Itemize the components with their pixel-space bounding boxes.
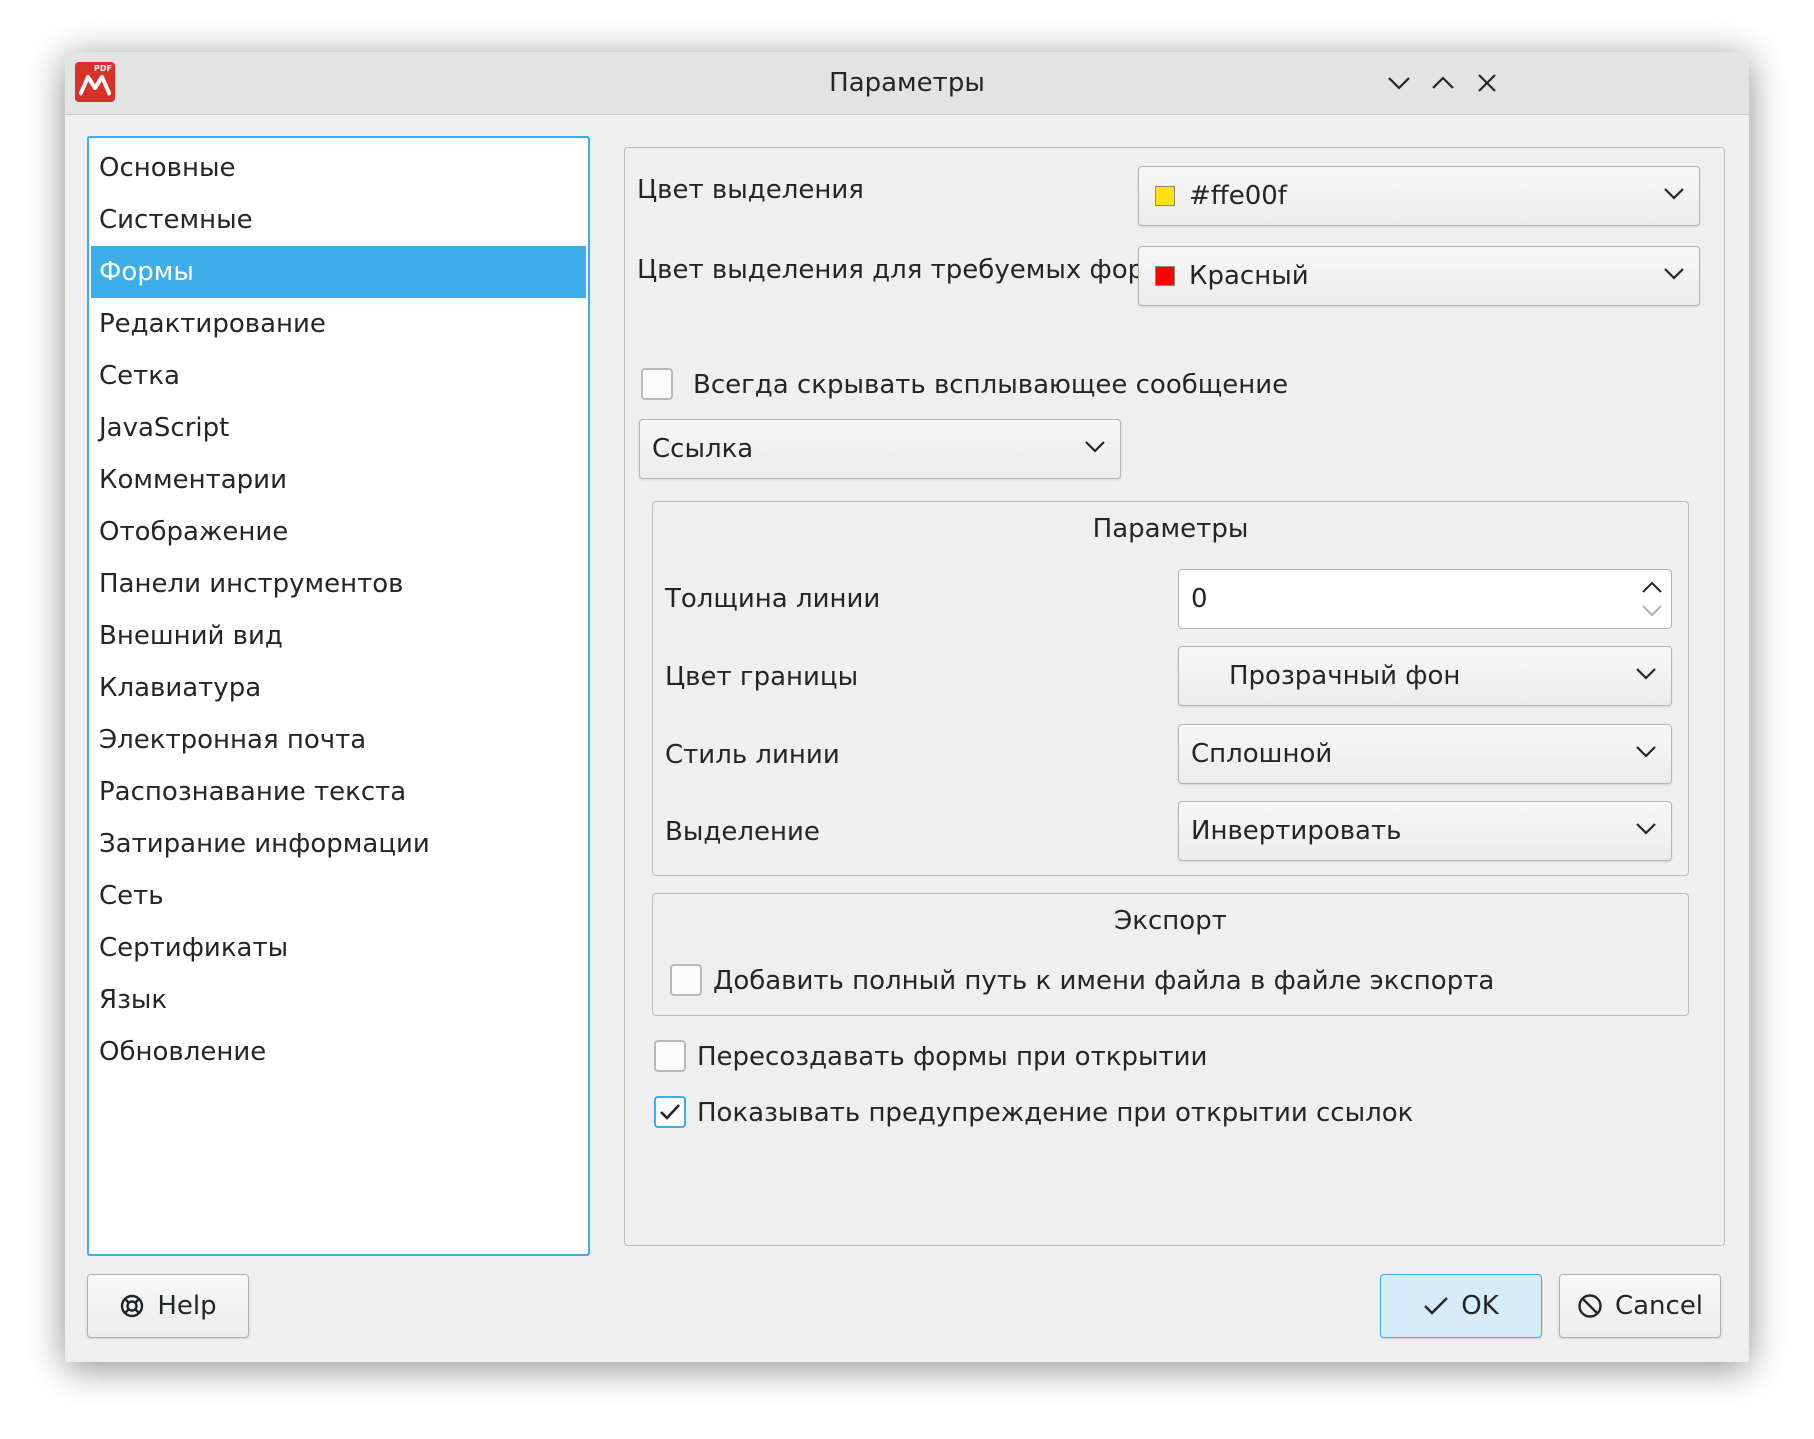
export-group: Экспорт Добавить полный путь к имени фай… <box>652 893 1689 1016</box>
highlight-color-swatch <box>1155 186 1175 206</box>
selection-combo[interactable]: Инвертировать <box>1178 801 1672 861</box>
line-width-spinbox[interactable]: 0 <box>1178 569 1672 629</box>
warn-links-checkbox[interactable] <box>654 1096 686 1128</box>
forms-settings-panel: Цвет выделения #ffe00f Цвет выделения дл… <box>624 147 1725 1246</box>
spin-up-icon[interactable] <box>1641 580 1663 594</box>
line-style-combo[interactable]: Сплошной <box>1178 724 1672 784</box>
chevron-down-icon <box>1636 746 1656 758</box>
sidebar-item-grid[interactable]: Сетка <box>91 350 586 402</box>
line-style-label: Стиль линии <box>665 740 840 770</box>
chevron-down-icon <box>1636 823 1656 835</box>
preferences-dialog: PDF Параметры Основные Системные Формы Р… <box>65 52 1749 1362</box>
export-group-title: Экспорт <box>1114 906 1227 936</box>
checkmark-icon <box>660 1104 680 1120</box>
field-type-value: Ссылка <box>652 434 754 464</box>
parameters-group-title: Параметры <box>1092 514 1249 544</box>
category-list[interactable]: Основные Системные Формы Редактирование … <box>87 136 590 1256</box>
ok-button-label: OK <box>1461 1291 1499 1321</box>
sidebar-item-forms[interactable]: Формы <box>91 246 586 298</box>
field-type-combo[interactable]: Ссылка <box>639 419 1121 479</box>
cancel-icon <box>1578 1294 1602 1318</box>
chevron-down-icon <box>1664 268 1684 280</box>
line-width-label: Толщина линии <box>665 584 881 614</box>
add-full-path-checkbox[interactable] <box>670 964 702 996</box>
checkmark-icon <box>1424 1297 1449 1315</box>
required-color-value: Красный <box>1189 261 1309 291</box>
lifebuoy-icon <box>121 1294 144 1318</box>
border-color-label: Цвет границы <box>665 662 859 692</box>
title-bar: PDF Параметры <box>65 52 1749 115</box>
recreate-forms-label: Пересоздавать формы при открытии <box>697 1042 1208 1072</box>
close-icon <box>1478 74 1496 92</box>
highlight-color-label: Цвет выделения <box>637 175 864 205</box>
chevron-down-icon <box>1085 441 1105 453</box>
hide-popup-label: Всегда скрывать всплывающее сообщение <box>693 370 1289 400</box>
recreate-forms-checkbox[interactable] <box>654 1040 686 1072</box>
sidebar-item-keyboard[interactable]: Клавиатура <box>91 662 586 714</box>
required-color-swatch <box>1155 266 1175 286</box>
minimize-button[interactable] <box>1381 65 1417 101</box>
sidebar-item-general[interactable]: Основные <box>91 142 586 194</box>
cancel-button-label: Cancel <box>1614 1291 1704 1321</box>
selection-value: Инвертировать <box>1191 816 1402 846</box>
ok-button[interactable]: OK <box>1380 1274 1542 1338</box>
sidebar-item-redaction[interactable]: Затирание информации <box>91 818 586 870</box>
sidebar-item-comments[interactable]: Комментарии <box>91 454 586 506</box>
warn-links-label: Показывать предупреждение при открытии с… <box>697 1098 1414 1128</box>
close-button[interactable] <box>1469 65 1505 101</box>
parameters-group: Параметры Толщина линии 0 Цвет границы П… <box>652 501 1689 876</box>
help-button[interactable]: Help <box>87 1274 249 1338</box>
sidebar-item-display[interactable]: Отображение <box>91 506 586 558</box>
add-full-path-label: Добавить полный путь к имени файла в фай… <box>713 966 1495 996</box>
sidebar-item-system[interactable]: Системные <box>91 194 586 246</box>
help-button-label: Help <box>157 1291 217 1321</box>
sidebar-item-update[interactable]: Обновление <box>91 1026 586 1078</box>
line-style-value: Сплошной <box>1191 739 1333 769</box>
chevron-down-icon <box>1388 77 1410 90</box>
sidebar-item-certificates[interactable]: Сертификаты <box>91 922 586 974</box>
sidebar-item-javascript[interactable]: JavaScript <box>91 402 586 454</box>
required-color-label: Цвет выделения для требуемых форм <box>637 255 1164 285</box>
hide-popup-checkbox[interactable] <box>641 368 673 400</box>
sidebar-item-email[interactable]: Электронная почта <box>91 714 586 766</box>
chevron-down-icon <box>1664 188 1684 200</box>
border-color-value: Прозрачный фон <box>1229 661 1461 691</box>
sidebar-item-toolbars[interactable]: Панели инструментов <box>91 558 586 610</box>
line-width-value: 0 <box>1191 584 1208 614</box>
sidebar-item-language[interactable]: Язык <box>91 974 586 1026</box>
highlight-color-value: #ffe00f <box>1189 181 1287 211</box>
sidebar-item-editing[interactable]: Редактирование <box>91 298 586 350</box>
required-color-combo[interactable]: Красный <box>1138 246 1700 306</box>
sidebar-item-network[interactable]: Сеть <box>91 870 586 922</box>
maximize-button[interactable] <box>1425 65 1461 101</box>
sidebar-item-ocr[interactable]: Распознавание текста <box>91 766 586 818</box>
highlight-color-combo[interactable]: #ffe00f <box>1138 166 1700 226</box>
border-color-combo[interactable]: Прозрачный фон <box>1178 646 1672 706</box>
border-color-swatch <box>1195 666 1215 686</box>
chevron-up-icon <box>1432 76 1454 89</box>
selection-label: Выделение <box>665 817 820 847</box>
chevron-down-icon <box>1636 668 1656 680</box>
spin-down-icon[interactable] <box>1641 604 1663 618</box>
cancel-button[interactable]: Cancel <box>1559 1274 1721 1338</box>
sidebar-item-appearance[interactable]: Внешний вид <box>91 610 586 662</box>
